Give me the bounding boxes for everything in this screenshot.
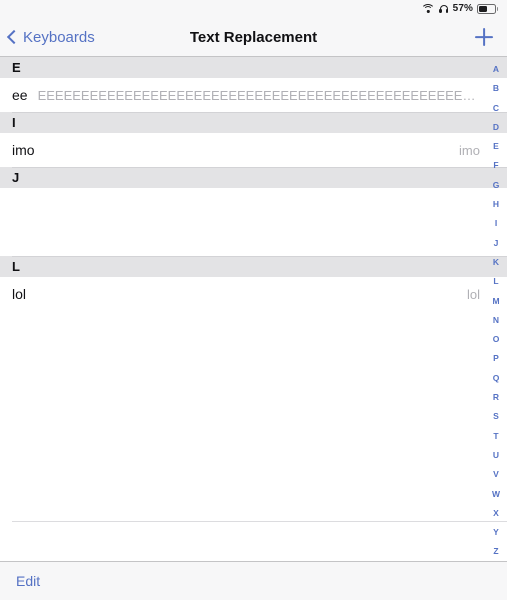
index-letter-d[interactable]: D <box>485 118 507 137</box>
index-letter-v[interactable]: V <box>485 465 507 484</box>
index-letter-x[interactable]: X <box>485 504 507 523</box>
index-letter-j[interactable]: J <box>485 234 507 253</box>
table-row-empty[interactable] <box>0 486 507 521</box>
status-bar-right-cluster: 57% <box>421 3 498 14</box>
index-letter-r[interactable]: R <box>485 388 507 407</box>
section-header: E <box>0 57 507 78</box>
back-button-keyboards[interactable]: Keyboards <box>6 28 95 46</box>
table-row-empty[interactable] <box>0 346 507 381</box>
table-row-empty[interactable] <box>0 416 507 451</box>
back-button-label: Keyboards <box>23 28 95 46</box>
row-shortcut: lol <box>12 286 27 302</box>
row-phrase: EEEEEEEEEEEEEEEEEEEEEEEEEEEEEEEEEEEEEEEE… <box>37 87 480 103</box>
list-body: Eee EEEEEEEEEEEEEEEEEEEEEEEEEEEEEEEEEEEEE… <box>0 57 507 521</box>
index-letter-n[interactable]: N <box>485 311 507 330</box>
index-letter-p[interactable]: P <box>485 349 507 368</box>
row-phrase: lol <box>466 286 480 302</box>
index-letter-k[interactable]: K <box>485 253 507 272</box>
table-row-empty[interactable] <box>0 451 507 486</box>
index-letter-g[interactable]: G <box>485 176 507 195</box>
text-replacement-list: Eee EEEEEEEEEEEEEEEEEEEEEEEEEEEEEEEEEEEEE… <box>0 57 507 561</box>
alphabet-index-bar[interactable]: ABCDEFGHIJKLMNOPQRSTUVWXYZ# <box>485 57 507 561</box>
index-letter-o[interactable]: O <box>485 330 507 349</box>
section-header: L <box>0 256 507 277</box>
table-row[interactable]: lol lol <box>0 277 507 311</box>
battery-icon <box>477 4 498 14</box>
row-phrase: imo <box>459 142 480 158</box>
index-letter-b[interactable]: B <box>485 79 507 98</box>
headphones-icon <box>439 4 449 14</box>
table-row[interactable]: imo imo <box>0 133 507 167</box>
section-header: I <box>0 112 507 133</box>
index-letter-h[interactable]: H <box>485 195 507 214</box>
wifi-icon <box>421 4 436 14</box>
index-letter-m[interactable]: M <box>485 292 507 311</box>
row-shortcut: imo <box>12 142 35 158</box>
table-row-empty[interactable] <box>0 188 507 222</box>
bottom-toolbar: Edit <box>0 561 507 600</box>
table-row[interactable]: ee EEEEEEEEEEEEEEEEEEEEEEEEEEEEEEEEEEEEEE… <box>0 78 507 112</box>
index-letter-s[interactable]: S <box>485 407 507 426</box>
table-row-empty[interactable] <box>0 222 507 256</box>
battery-percent-label: 57% <box>452 3 473 14</box>
index-letter-z[interactable]: Z <box>485 542 507 561</box>
chevron-left-icon <box>6 29 22 44</box>
index-letter-q[interactable]: Q <box>485 369 507 388</box>
index-letter-c[interactable]: C <box>485 99 507 118</box>
index-letter-l[interactable]: L <box>485 272 507 291</box>
table-row-empty[interactable] <box>0 311 507 346</box>
index-letter-t[interactable]: T <box>485 427 507 446</box>
index-letter-u[interactable]: U <box>485 446 507 465</box>
table-row-empty[interactable] <box>0 381 507 416</box>
add-shortcut-button[interactable] <box>473 26 495 48</box>
section-header: J <box>0 167 507 188</box>
index-letter-i[interactable]: I <box>485 214 507 233</box>
index-letter-f[interactable]: F <box>485 156 507 175</box>
index-letter-a[interactable]: A <box>485 60 507 79</box>
text-replacement-screen: 57% Keyboards Text Replacement Eee EEEEEE… <box>0 0 507 600</box>
index-letter-w[interactable]: W <box>485 485 507 504</box>
row-shortcut: ee <box>12 87 28 103</box>
index-letter-y[interactable]: Y <box>485 523 507 542</box>
index-letter-e[interactable]: E <box>485 137 507 156</box>
edit-button[interactable]: Edit <box>16 573 40 589</box>
navigation-bar: Keyboards Text Replacement <box>0 18 507 57</box>
status-bar: 57% <box>0 0 507 18</box>
